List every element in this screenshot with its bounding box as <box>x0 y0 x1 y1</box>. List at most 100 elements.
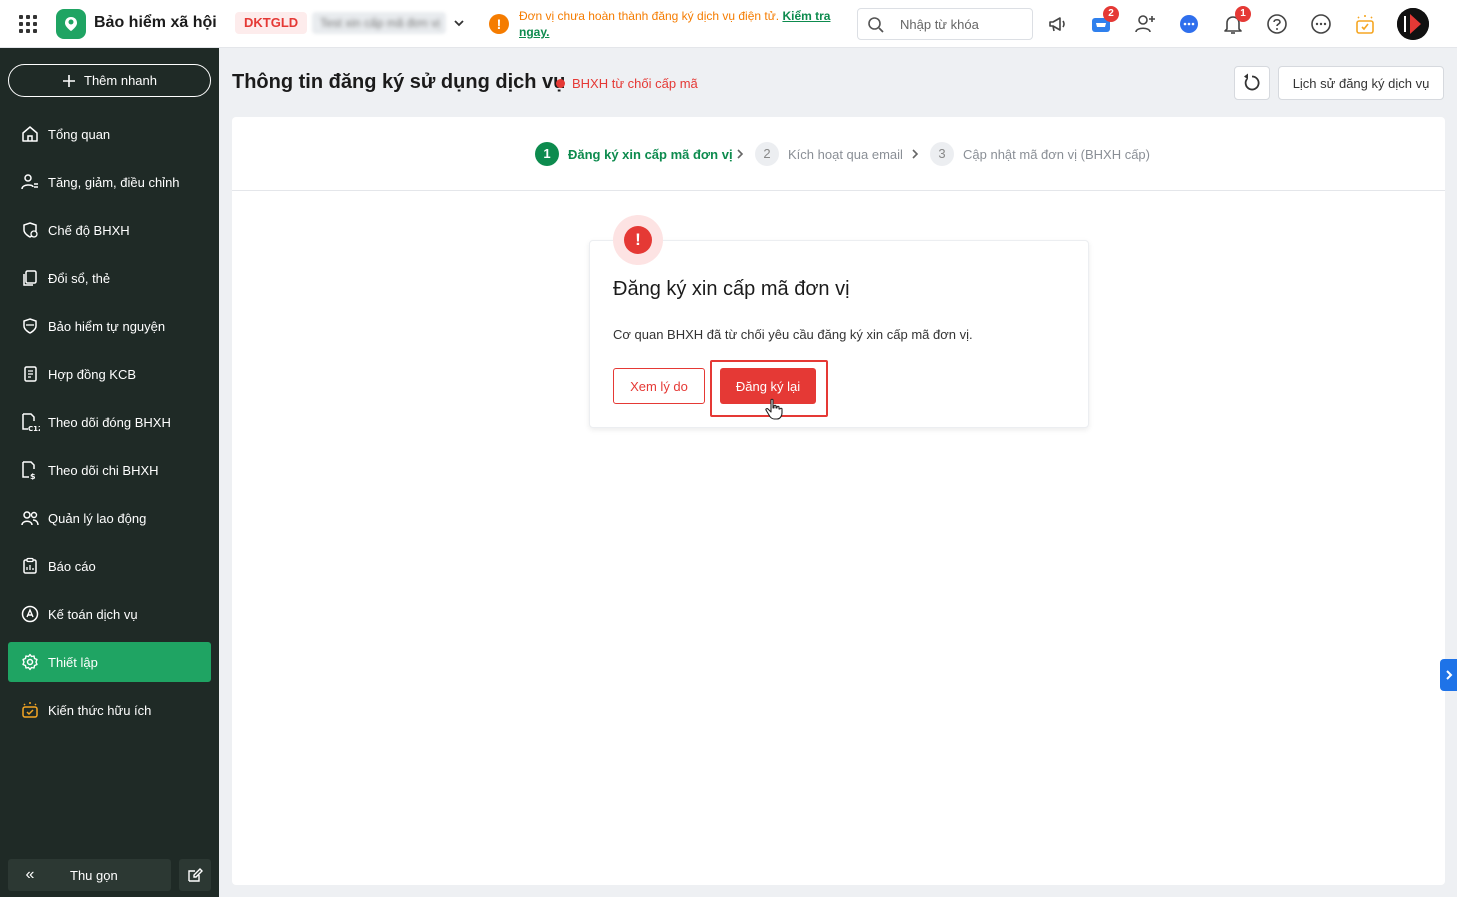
users-icon <box>20 508 40 528</box>
sidebar-item-label: Theo dõi đóng BHXH <box>48 414 171 430</box>
sidebar-item-label: Kế toán dịch vụ <box>48 606 138 622</box>
cart-icon[interactable]: 2 <box>1089 6 1119 36</box>
payment-doc-icon: $ <box>20 460 40 480</box>
shield-icon <box>20 316 40 336</box>
c12-doc-icon: C12 <box>20 412 40 432</box>
registration-warning: Đơn vị chưa hoàn thành đăng ký dịch vụ đ… <box>519 8 839 40</box>
search-box[interactable] <box>857 8 1033 40</box>
edit-menu-button[interactable] <box>179 859 211 891</box>
step-number: 2 <box>755 142 779 166</box>
rejection-notice: Đăng ký xin cấp mã đơn vị Cơ quan BHXH đ… <box>589 240 1089 428</box>
svg-text:C12: C12 <box>28 425 40 432</box>
main-card: 1 Đăng ký xin cấp mã đơn vị 2 Kích hoạt … <box>232 117 1445 885</box>
sidebar-item-expense-tracking[interactable]: $ Theo dõi chi BHXH <box>8 450 211 490</box>
sidebar: Thêm nhanh Tổng quan Tăng, giảm, điều ch… <box>0 48 219 897</box>
warning-icon: ! <box>489 14 509 34</box>
step-number: 3 <box>930 142 954 166</box>
sidebar-item-label: Bảo hiểm tự nguyện <box>48 318 166 334</box>
sidebar-item-cards[interactable]: Đổi sổ, thẻ <box>8 258 211 298</box>
notification-badge: 1 <box>1235 6 1251 22</box>
sidebar-item-label: Hợp đồng KCB <box>48 366 137 382</box>
bulb-icon <box>20 700 40 720</box>
chat-icon[interactable] <box>1177 12 1201 36</box>
chevron-right-icon <box>912 149 919 159</box>
hand-cursor-icon <box>765 398 783 420</box>
contract-icon <box>20 364 40 384</box>
brand-name: Bảo hiểm xã hội <box>94 14 217 31</box>
expand-panel-button[interactable] <box>1440 659 1457 691</box>
company-code-badge[interactable]: DKTGLD <box>235 12 308 34</box>
cart-badge: 2 <box>1103 6 1119 22</box>
user-adjust-icon <box>20 172 40 192</box>
add-user-icon[interactable] <box>1133 12 1157 36</box>
double-chevron-left-icon: « <box>25 866 35 883</box>
error-mark: ! <box>624 226 652 254</box>
step-register-code[interactable]: 1 Đăng ký xin cấp mã đơn vị <box>535 142 733 166</box>
sidebar-item-overview[interactable]: Tổng quan <box>8 114 211 154</box>
page-title: Thông tin đăng ký sử dụng dịch vụ <box>232 71 566 93</box>
step-update-code[interactable]: 3 Cập nhật mã đơn vị (BHXH cấp) <box>930 142 1150 166</box>
sidebar-item-label: Tổng quan <box>48 126 111 142</box>
chevron-right-icon <box>737 149 744 159</box>
registration-steps: 1 Đăng ký xin cấp mã đơn vị 2 Kích hoạt … <box>232 117 1445 191</box>
sidebar-item-payment-tracking[interactable]: C12 Theo dõi đóng BHXH <box>8 402 211 442</box>
notice-description: Cơ quan BHXH đã từ chối yêu cầu đăng ký … <box>613 327 973 342</box>
knowledge-bulb-icon[interactable] <box>1353 12 1377 36</box>
sidebar-item-labor[interactable]: Quản lý lao động <box>8 498 211 538</box>
sidebar-item-report[interactable]: Báo cáo <box>8 546 211 586</box>
sidebar-item-settings[interactable]: Thiết lập <box>8 642 211 682</box>
warning-text: Đơn vị chưa hoàn thành đăng ký dịch vụ đ… <box>519 9 780 23</box>
more-icon[interactable] <box>1309 12 1333 36</box>
home-icon <box>20 124 40 144</box>
refresh-icon <box>1244 73 1260 91</box>
top-bar: Bảo hiểm xã hội DKTGLD Test xin cấp mã đ… <box>0 0 1457 48</box>
step-number: 1 <box>535 142 559 166</box>
search-icon <box>868 17 884 33</box>
sidebar-item-label: Theo dõi chi BHXH <box>48 462 159 478</box>
brand-logo-icon <box>56 9 86 39</box>
refresh-button[interactable] <box>1234 66 1270 100</box>
sidebar-item-accounting[interactable]: Kế toán dịch vụ <box>8 594 211 634</box>
avatar[interactable] <box>1397 8 1429 40</box>
sidebar-item-label: Chế độ BHXH <box>48 222 130 238</box>
sidebar-item-label: Đổi sổ, thẻ <box>48 270 111 286</box>
step-label: Đăng ký xin cấp mã đơn vị <box>568 146 733 162</box>
step-label: Cập nhật mã đơn vị (BHXH cấp) <box>963 146 1150 162</box>
service-history-button[interactable]: Lịch sử đăng ký dịch vụ <box>1278 66 1444 100</box>
sidebar-item-adjust[interactable]: Tăng, giảm, điều chỉnh <box>8 162 211 202</box>
error-icon: ! <box>613 215 663 265</box>
sidebar-item-regimes[interactable]: Chế độ BHXH <box>8 210 211 250</box>
edit-icon <box>188 868 203 882</box>
accounting-icon <box>20 604 40 624</box>
company-name: Test xin cấp mã đơn vị <box>320 16 440 30</box>
svg-text:$: $ <box>30 472 36 480</box>
status-badge: BHXH từ chối cấp mã <box>572 76 698 91</box>
collapse-sidebar-button[interactable]: « Thu gọn <box>8 859 171 891</box>
sidebar-item-label: Báo cáo <box>48 558 96 574</box>
sidebar-item-label: Quản lý lao động <box>48 510 147 526</box>
sidebar-item-voluntary[interactable]: Bảo hiểm tự nguyện <box>8 306 211 346</box>
search-input[interactable] <box>900 15 1028 33</box>
step-email-activation[interactable]: 2 Kích hoạt qua email <box>755 142 903 166</box>
notice-title: Đăng ký xin cấp mã đơn vị <box>613 278 850 300</box>
chevron-right-icon <box>1445 670 1452 680</box>
apps-grid-icon[interactable] <box>19 15 37 33</box>
megaphone-icon[interactable] <box>1046 12 1070 36</box>
report-icon <box>20 556 40 576</box>
sidebar-item-knowledge[interactable]: Kiến thức hữu ích <box>8 690 211 730</box>
gear-icon <box>20 652 40 672</box>
plus-icon <box>63 74 75 87</box>
sidebar-item-label: Kiến thức hữu ích <box>48 702 152 718</box>
sidebar-item-contract[interactable]: Hợp đồng KCB <box>8 354 211 394</box>
help-icon[interactable] <box>1265 12 1289 36</box>
chevron-down-icon[interactable] <box>452 16 466 30</box>
quick-add-label: Thêm nhanh <box>84 73 157 88</box>
bell-icon[interactable]: 1 <box>1221 6 1251 36</box>
view-reason-button[interactable]: Xem lý do <box>613 368 705 404</box>
collapse-label: Thu gọn <box>70 867 118 883</box>
quick-add-button[interactable]: Thêm nhanh <box>8 64 211 97</box>
status-dot <box>556 79 565 88</box>
card-swap-icon <box>20 268 40 288</box>
step-label: Kích hoạt qua email <box>788 146 903 162</box>
shield-heart-icon <box>20 220 40 240</box>
